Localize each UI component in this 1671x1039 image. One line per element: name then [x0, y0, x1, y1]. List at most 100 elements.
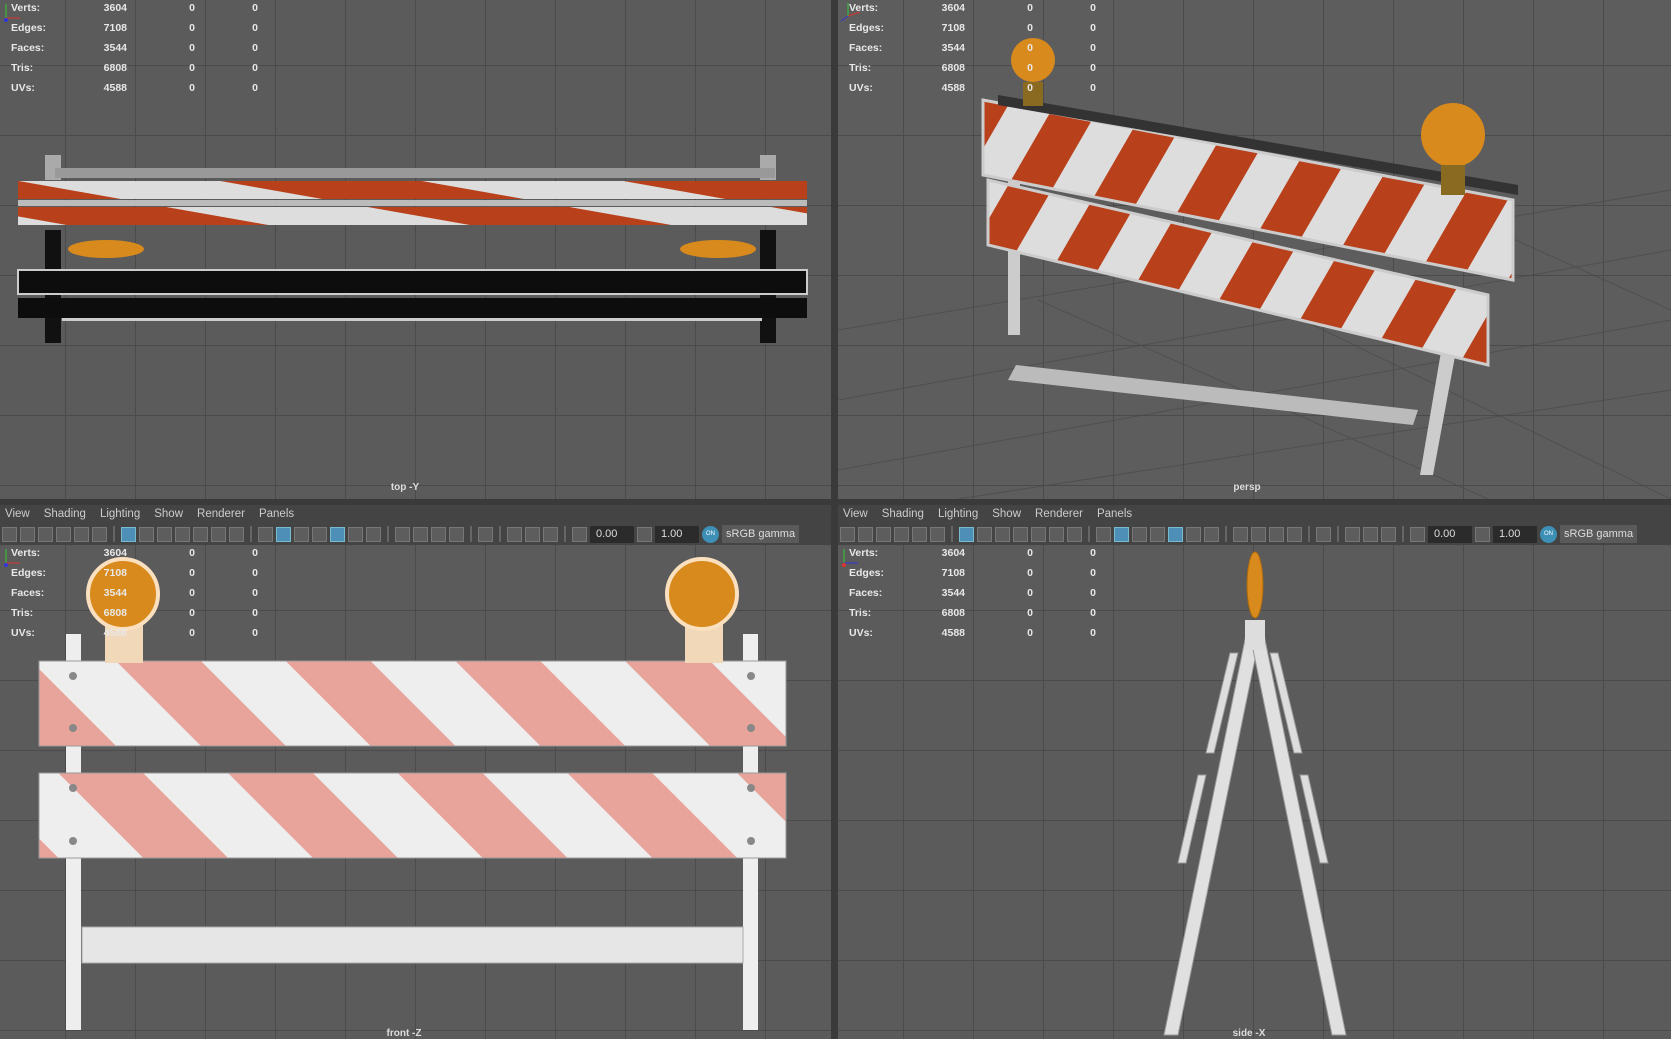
safe-title-icon[interactable] — [229, 526, 244, 542]
exposure-field[interactable]: 0.00 — [1428, 525, 1472, 543]
hud-row: Edges: 7108 0 0 — [11, 567, 258, 579]
gamma-field[interactable]: 1.00 — [655, 525, 699, 543]
2d-pan-zoom-icon[interactable] — [74, 526, 89, 542]
grid-icon[interactable] — [121, 526, 136, 542]
field-chart-icon[interactable] — [193, 526, 208, 542]
camera-attributes-icon[interactable] — [20, 526, 35, 542]
xray-components-icon[interactable] — [543, 526, 558, 542]
menu-shading[interactable]: Shading — [877, 505, 933, 523]
default-lighting-icon[interactable] — [1132, 526, 1147, 542]
wireframe-on-shaded-icon[interactable] — [312, 526, 327, 542]
ambient-occlusion-icon[interactable] — [1233, 526, 1248, 542]
smooth-shade-icon[interactable] — [276, 526, 291, 542]
panel-toolbar: 0.00 1.00 ON sRGB gamma — [0, 523, 831, 545]
hud-row: Edges: 7108 0 0 — [849, 22, 1096, 34]
film-gate-icon[interactable] — [977, 526, 992, 542]
hud-poly-count: Verts: 3604 0 0 Edges: 7108 0 0 Faces: 3544 0 0 T… — [838, 0, 1108, 100]
resolution-gate-icon[interactable] — [995, 526, 1010, 542]
bookmark-icon[interactable] — [38, 526, 53, 542]
gamma-icon[interactable] — [637, 526, 652, 542]
hud-row: Tris: 6808 0 0 — [849, 62, 1096, 74]
hud-row: Faces: 3544 0 0 — [849, 42, 1096, 54]
gate-mask-icon[interactable] — [175, 526, 190, 542]
wireframe-icon[interactable] — [1096, 526, 1111, 542]
camera-attributes-icon[interactable] — [858, 526, 873, 542]
color-management-toggle[interactable]: ON — [702, 525, 719, 543]
grease-pencil-icon[interactable] — [930, 526, 945, 542]
default-lighting-icon[interactable] — [294, 526, 309, 542]
menu-renderer[interactable]: Renderer — [192, 505, 254, 523]
menu-panels[interactable]: Panels — [254, 505, 303, 523]
color-management-toggle[interactable]: ON — [1540, 525, 1557, 543]
view-transform-dropdown[interactable]: sRGB gamma — [1560, 525, 1638, 543]
image-plane-icon[interactable] — [894, 526, 909, 542]
menu-renderer[interactable]: Renderer — [1030, 505, 1092, 523]
hud-poly-count: Verts: 3604 0 0 Edges: 7108 0 0 Faces: 3544 0 0 T… — [838, 545, 1108, 645]
menu-lighting[interactable]: Lighting — [95, 505, 149, 523]
grease-pencil-icon[interactable] — [92, 526, 107, 542]
hud-row: Verts: 3604 0 0 — [849, 547, 1096, 559]
hud-row: Edges: 7108 0 0 — [11, 22, 258, 34]
motion-blur-icon[interactable] — [413, 526, 428, 542]
anti-aliasing-icon[interactable] — [1269, 526, 1284, 542]
xray-joints-icon[interactable] — [1363, 526, 1378, 542]
exposure-icon[interactable] — [572, 526, 587, 542]
viewport-label: front -Z — [386, 1028, 422, 1039]
menu-panels[interactable]: Panels — [1092, 505, 1141, 523]
gamma-icon[interactable] — [1475, 526, 1490, 542]
viewport-top[interactable]: Verts: 3604 0 0 Edges: 7108 0 0 Faces: 3544 0 0 T… — [0, 0, 831, 499]
hud-row: Verts: 3604 0 0 — [11, 547, 258, 559]
image-plane-icon[interactable] — [56, 526, 71, 542]
menu-shading[interactable]: Shading — [39, 505, 95, 523]
view-transform-dropdown[interactable]: sRGB gamma — [722, 525, 800, 543]
wireframe-icon[interactable] — [258, 526, 273, 542]
safe-action-icon[interactable] — [1049, 526, 1064, 542]
film-gate-icon[interactable] — [139, 526, 154, 542]
depth-of-field-icon[interactable] — [449, 526, 464, 542]
use-lights-icon[interactable] — [348, 526, 363, 542]
use-lights-icon[interactable] — [1186, 526, 1201, 542]
menu-lighting[interactable]: Lighting — [933, 505, 987, 523]
axis-gizmo-icon — [4, 549, 20, 567]
camera-icon[interactable] — [840, 526, 855, 542]
motion-blur-icon[interactable] — [1251, 526, 1266, 542]
shadows-icon[interactable] — [366, 526, 381, 542]
xray-components-icon[interactable] — [1381, 526, 1396, 542]
anti-aliasing-icon[interactable] — [431, 526, 446, 542]
menu-show[interactable]: Show — [149, 505, 192, 523]
wireframe-on-shaded-icon[interactable] — [1150, 526, 1165, 542]
viewport-persp[interactable]: Verts: 3604 0 0 Edges: 7108 0 0 Faces: 3544 0 0 T… — [838, 0, 1671, 499]
shadows-icon[interactable] — [1204, 526, 1219, 542]
exposure-field[interactable]: 0.00 — [590, 525, 634, 543]
grid-icon[interactable] — [959, 526, 974, 542]
textured-icon[interactable] — [330, 526, 345, 542]
xray-joints-icon[interactable] — [525, 526, 540, 542]
isolate-select-icon[interactable] — [1316, 526, 1331, 542]
ambient-occlusion-icon[interactable] — [395, 526, 410, 542]
bookmark-icon[interactable] — [876, 526, 891, 542]
gamma-field[interactable]: 1.00 — [1493, 525, 1537, 543]
smooth-shade-icon[interactable] — [1114, 526, 1129, 542]
hud-row: Faces: 3544 0 0 — [849, 587, 1096, 599]
safe-action-icon[interactable] — [211, 526, 226, 542]
2d-pan-zoom-icon[interactable] — [912, 526, 927, 542]
gate-mask-icon[interactable] — [1013, 526, 1028, 542]
hud-row: Verts: 3604 0 0 — [11, 2, 258, 14]
resolution-gate-icon[interactable] — [157, 526, 172, 542]
viewport-front[interactable]: Verts: 3604 0 0 Edges: 7108 0 0 Faces: 3544 0 0 T… — [0, 545, 831, 1039]
camera-icon[interactable] — [2, 526, 17, 542]
depth-of-field-icon[interactable] — [1287, 526, 1302, 542]
viewport-side[interactable]: Verts: 3604 0 0 Edges: 7108 0 0 Faces: 3544 0 0 T… — [838, 545, 1671, 1039]
xray-icon[interactable] — [507, 526, 522, 542]
textured-icon[interactable] — [1168, 526, 1183, 542]
panel-toolbar: 0.00 1.00 ON sRGB gamma — [838, 523, 1671, 545]
menu-view[interactable]: View — [0, 505, 39, 523]
menu-show[interactable]: Show — [987, 505, 1030, 523]
safe-title-icon[interactable] — [1067, 526, 1082, 542]
xray-icon[interactable] — [1345, 526, 1360, 542]
hud-poly-count: Verts: 3604 0 0 Edges: 7108 0 0 Faces: 3544 0 0 T… — [0, 0, 270, 100]
menu-view[interactable]: View — [838, 505, 877, 523]
exposure-icon[interactable] — [1410, 526, 1425, 542]
field-chart-icon[interactable] — [1031, 526, 1046, 542]
isolate-select-icon[interactable] — [478, 526, 493, 542]
